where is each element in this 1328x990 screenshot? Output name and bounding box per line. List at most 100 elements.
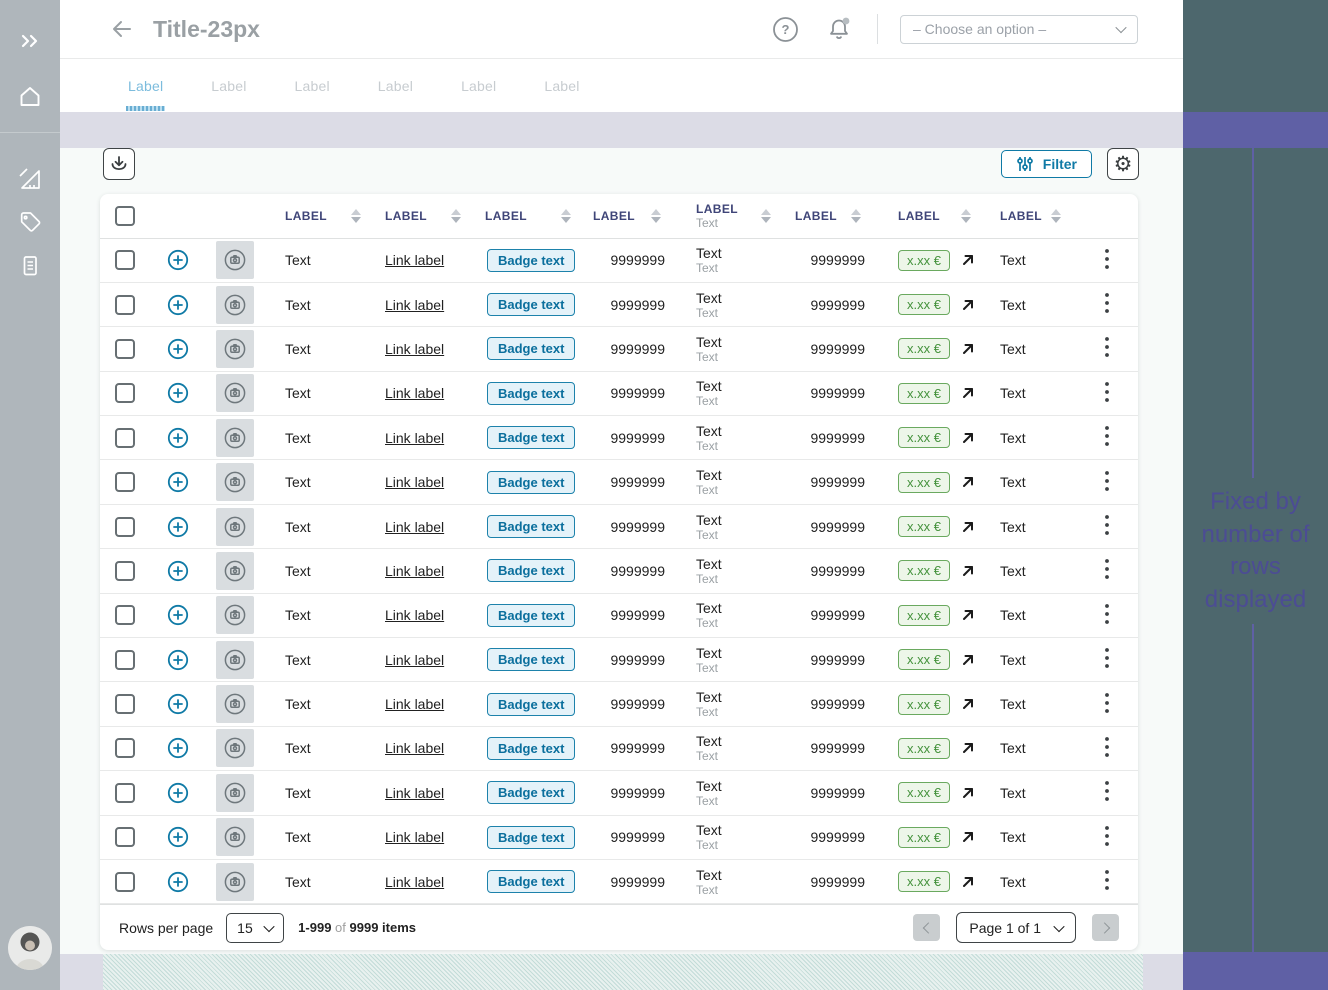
- sort-icon[interactable]: [351, 209, 361, 223]
- open-link-button[interactable]: [960, 740, 976, 756]
- row-checkbox[interactable]: [115, 383, 135, 403]
- row-checkbox[interactable]: [115, 517, 135, 537]
- sort-icon[interactable]: [851, 209, 861, 223]
- add-row-button[interactable]: [166, 293, 190, 317]
- column-header[interactable]: LABEL: [265, 194, 375, 238]
- row-menu-button[interactable]: [1104, 779, 1110, 803]
- column-header[interactable]: LABEL: [785, 194, 875, 238]
- notifications-button[interactable]: [825, 15, 853, 43]
- help-button[interactable]: ?: [772, 16, 799, 43]
- add-row-button[interactable]: [166, 692, 190, 716]
- row-checkbox[interactable]: [115, 694, 135, 714]
- cell-link[interactable]: Link label: [385, 252, 444, 268]
- add-row-button[interactable]: [166, 559, 190, 583]
- cell-link[interactable]: Link label: [385, 652, 444, 668]
- cell-link[interactable]: Link label: [385, 563, 444, 579]
- cell-link[interactable]: Link label: [385, 874, 444, 890]
- add-row-button[interactable]: [166, 515, 190, 539]
- open-link-button[interactable]: [960, 785, 976, 801]
- row-checkbox[interactable]: [115, 872, 135, 892]
- tab-3[interactable]: Label: [295, 59, 330, 112]
- row-menu-button[interactable]: [1104, 335, 1110, 359]
- tab-5[interactable]: Label: [461, 59, 496, 112]
- filter-button[interactable]: Filter: [1001, 150, 1092, 178]
- sort-icon[interactable]: [651, 209, 661, 223]
- row-menu-button[interactable]: [1104, 424, 1110, 448]
- row-menu-button[interactable]: [1104, 380, 1110, 404]
- sidebar-item-tags[interactable]: [0, 205, 60, 239]
- row-menu-button[interactable]: [1104, 602, 1110, 626]
- open-link-button[interactable]: [960, 607, 976, 623]
- sidebar-item-documents[interactable]: [0, 249, 60, 283]
- row-menu-button[interactable]: [1104, 646, 1110, 670]
- select-all-checkbox[interactable]: [115, 206, 135, 226]
- open-link-button[interactable]: [960, 297, 976, 313]
- download-button[interactable]: [103, 148, 135, 180]
- cell-link[interactable]: Link label: [385, 785, 444, 801]
- row-checkbox[interactable]: [115, 605, 135, 625]
- column-header[interactable]: LABEL: [985, 194, 1075, 238]
- cell-link[interactable]: Link label: [385, 430, 444, 446]
- add-row-button[interactable]: [166, 470, 190, 494]
- column-header[interactable]: LABEL: [475, 194, 585, 238]
- row-checkbox[interactable]: [115, 561, 135, 581]
- sort-icon[interactable]: [561, 209, 571, 223]
- row-checkbox[interactable]: [115, 295, 135, 315]
- column-header[interactable]: LABEL: [875, 194, 985, 238]
- column-header[interactable]: LABELText: [675, 194, 785, 238]
- row-menu-button[interactable]: [1104, 868, 1110, 892]
- cell-link[interactable]: Link label: [385, 829, 444, 845]
- row-menu-button[interactable]: [1104, 691, 1110, 715]
- tab-2[interactable]: Label: [211, 59, 246, 112]
- add-row-button[interactable]: [166, 337, 190, 361]
- rows-per-page-select[interactable]: 15: [226, 913, 284, 943]
- tab-1[interactable]: Label: [128, 59, 163, 112]
- column-header[interactable]: LABEL: [585, 194, 675, 238]
- cell-link[interactable]: Link label: [385, 696, 444, 712]
- open-link-button[interactable]: [960, 652, 976, 668]
- add-row-button[interactable]: [166, 248, 190, 272]
- tab-4[interactable]: Label: [378, 59, 413, 112]
- add-row-button[interactable]: [166, 426, 190, 450]
- cell-link[interactable]: Link label: [385, 740, 444, 756]
- sort-icon[interactable]: [961, 209, 971, 223]
- row-checkbox[interactable]: [115, 339, 135, 359]
- row-menu-button[interactable]: [1104, 291, 1110, 315]
- row-checkbox[interactable]: [115, 783, 135, 803]
- row-checkbox[interactable]: [115, 827, 135, 847]
- row-menu-button[interactable]: [1104, 513, 1110, 537]
- open-link-button[interactable]: [960, 874, 976, 890]
- cell-link[interactable]: Link label: [385, 385, 444, 401]
- add-row-button[interactable]: [166, 381, 190, 405]
- sort-icon[interactable]: [1051, 209, 1061, 223]
- cell-link[interactable]: Link label: [385, 474, 444, 490]
- context-dropdown[interactable]: – Choose an option –: [900, 15, 1138, 44]
- sidebar-item-ruler[interactable]: [0, 162, 60, 196]
- open-link-button[interactable]: [960, 474, 976, 490]
- open-link-button[interactable]: [960, 252, 976, 268]
- open-link-button[interactable]: [960, 385, 976, 401]
- sort-icon[interactable]: [761, 209, 771, 223]
- row-checkbox[interactable]: [115, 428, 135, 448]
- next-page-button[interactable]: [1092, 914, 1119, 941]
- user-avatar[interactable]: [8, 926, 52, 970]
- sort-icon[interactable]: [451, 209, 461, 223]
- row-menu-button[interactable]: [1104, 469, 1110, 493]
- add-row-button[interactable]: [166, 603, 190, 627]
- cell-link[interactable]: Link label: [385, 607, 444, 623]
- row-checkbox[interactable]: [115, 738, 135, 758]
- previous-page-button[interactable]: [913, 914, 940, 941]
- page-select[interactable]: Page 1 of 1: [956, 912, 1076, 943]
- add-row-button[interactable]: [166, 736, 190, 760]
- column-header[interactable]: LABEL: [375, 194, 475, 238]
- settings-button[interactable]: ⚙: [1107, 148, 1139, 180]
- add-row-button[interactable]: [166, 870, 190, 894]
- cell-link[interactable]: Link label: [385, 519, 444, 535]
- open-link-button[interactable]: [960, 341, 976, 357]
- open-link-button[interactable]: [960, 563, 976, 579]
- row-menu-button[interactable]: [1104, 557, 1110, 581]
- sidebar-item-home[interactable]: [0, 79, 60, 113]
- row-checkbox[interactable]: [115, 472, 135, 492]
- open-link-button[interactable]: [960, 430, 976, 446]
- open-link-button[interactable]: [960, 829, 976, 845]
